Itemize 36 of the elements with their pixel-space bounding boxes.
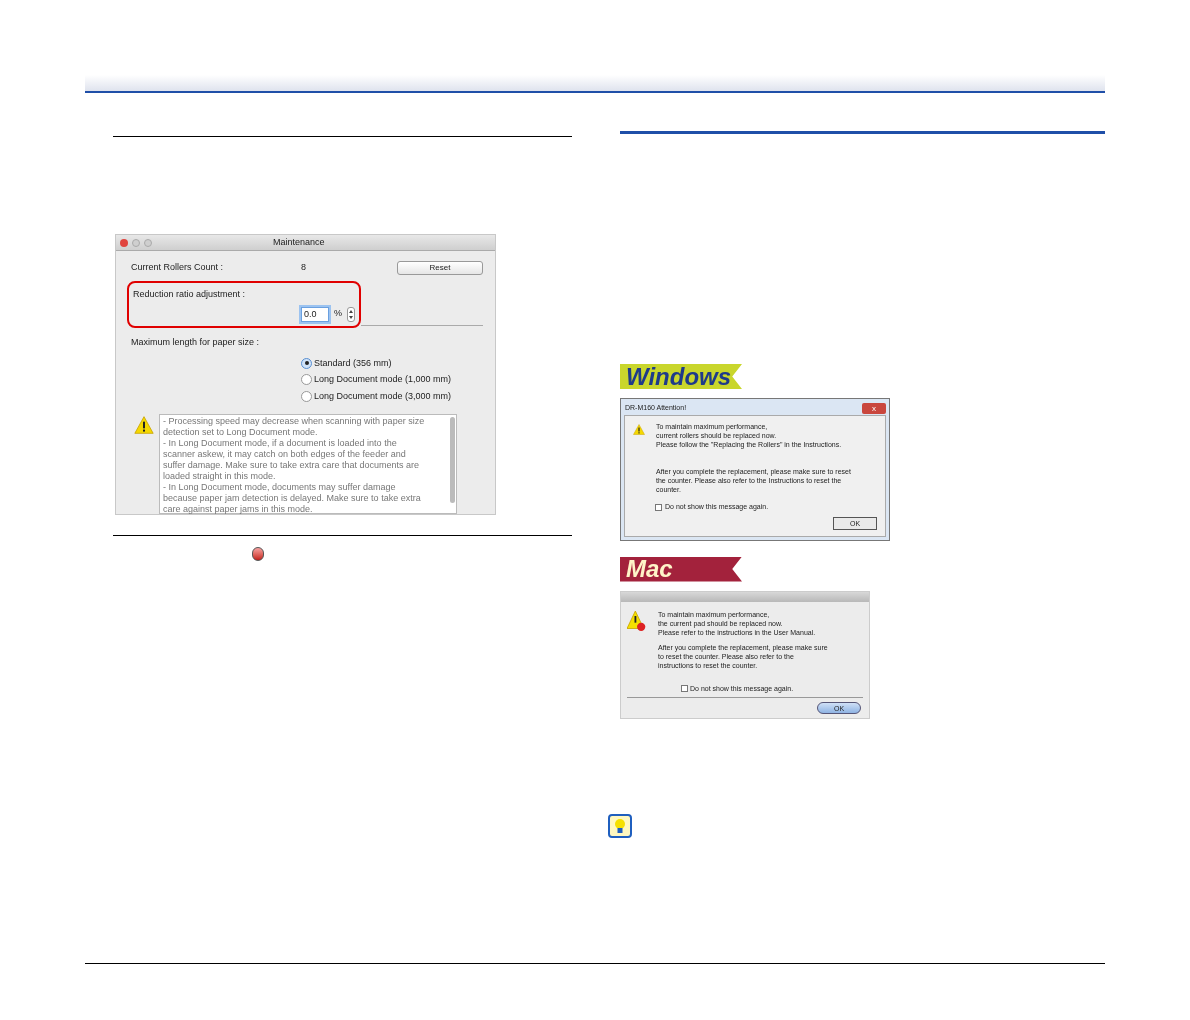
reduction-label: Reduction ratio adjustment : — [133, 288, 246, 301]
percent-label: % — [334, 307, 342, 321]
warning-text-line: - Processing speed may decrease when scanning with paper size — [163, 416, 425, 427]
warning-icon — [134, 414, 154, 436]
warning-text-line: because paper jam detection is delayed. Make sure to take extra — [163, 493, 421, 504]
zoom-icon[interactable] — [144, 238, 152, 247]
checkbox[interactable] — [655, 503, 662, 511]
warning-text-line: scanner askew, it may catch on both edges of the feeder and — [163, 449, 406, 460]
warning-text-line: detection set to Long Document mode. — [163, 427, 318, 438]
warning-text-line: - In Long Document mode, if a document is loaded into the — [163, 438, 397, 449]
mac-badge: Mac — [620, 556, 742, 582]
close-button[interactable]: x — [862, 403, 886, 414]
warning-text-line: care against paper jams in this mode. — [163, 504, 313, 515]
reset-button[interactable]: Reset — [397, 261, 483, 275]
lightbulb-icon — [608, 814, 632, 838]
close-icon[interactable] — [120, 238, 128, 247]
windows-badge: Windows — [620, 364, 742, 389]
stepper-control[interactable] — [347, 306, 355, 322]
rollers-count-label: Current Rollers Count : — [131, 261, 225, 275]
warning-text-line: - In Long Document mode, documents may suffer damage — [163, 482, 396, 493]
radio-option[interactable]: Standard (356 mm) — [301, 356, 392, 370]
window-title: Maintenance — [273, 235, 325, 249]
radio-option[interactable]: Long Document mode (1,000 mm) — [301, 373, 452, 387]
record-button-icon — [252, 547, 264, 561]
stepper-arrows-icon — [349, 309, 353, 319]
warning-text-line: loaded straight in this mode. — [163, 471, 276, 482]
reduction-field[interactable]: 0.0 — [301, 306, 329, 322]
scrollbar[interactable] — [450, 417, 455, 503]
checkbox[interactable] — [681, 685, 688, 693]
minimize-icon[interactable] — [132, 238, 140, 247]
warning-text-line: suffer damage. Make sure to take extra care that documents are — [163, 460, 419, 471]
radio-option[interactable]: Long Document mode (3,000 mm) — [301, 389, 452, 403]
warning-icon — [633, 424, 645, 435]
warning-icon — [627, 609, 647, 632]
rollers-count-value: 8 — [301, 261, 307, 275]
paper-size-label: Maximum length for paper size : — [131, 336, 260, 349]
